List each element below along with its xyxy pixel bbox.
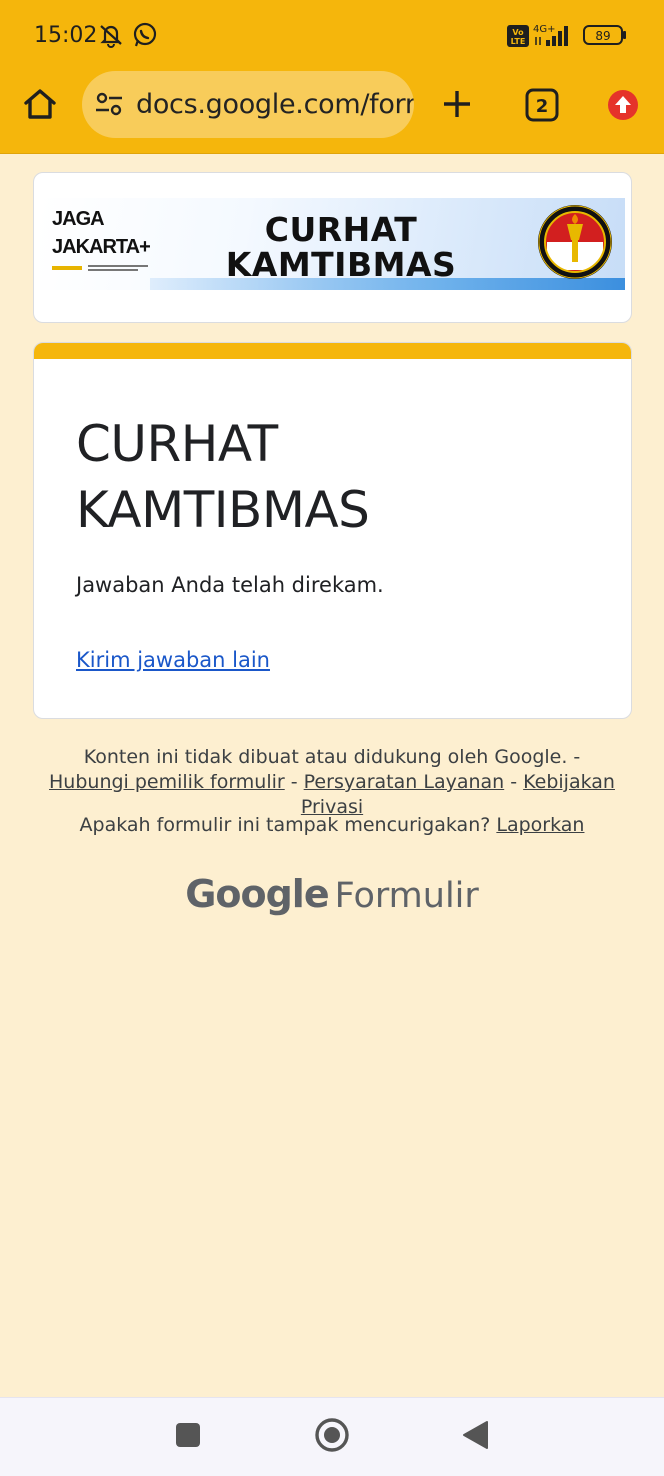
home-nav-icon[interactable] xyxy=(314,1417,350,1458)
logo-tagline-graphic xyxy=(52,265,148,271)
svg-text:2: 2 xyxy=(536,96,549,117)
terms-link[interactable]: Persyaratan Layanan xyxy=(304,771,505,793)
confirmation-message: Jawaban Anda telah direkam. xyxy=(76,573,384,597)
submit-another-response-link[interactable]: Kirim jawaban lain xyxy=(76,648,270,672)
google-forms-logo[interactable]: Google Formulir xyxy=(0,872,664,916)
back-icon[interactable] xyxy=(461,1420,489,1455)
battery-icon: 89 xyxy=(583,24,627,51)
logo-text-line2: JAKARTA+ xyxy=(52,236,151,258)
separator: - xyxy=(284,771,304,793)
disclaimer-text: Konten ini tidak dibuat atau didukung ol… xyxy=(83,746,581,768)
svg-text:LTE: LTE xyxy=(511,37,526,46)
new-tab-icon[interactable] xyxy=(441,88,473,125)
status-bar: 15:02 Vo LTE 4G+ 89 xyxy=(0,0,664,70)
recents-icon[interactable] xyxy=(175,1422,201,1453)
header-banner: JAGA JAKARTA+ CURHAT KAMTIBMAS xyxy=(40,198,625,290)
footer-report: Apakah formulir ini tampak mencurigakan?… xyxy=(44,814,620,836)
signal-icon: 4G+ xyxy=(532,22,576,53)
separator: - xyxy=(504,771,524,793)
address-bar[interactable]: docs.google.com/forms xyxy=(82,71,414,138)
brand-product: Formulir xyxy=(334,876,479,916)
form-title-line2: KAMTIBMAS xyxy=(76,481,370,539)
form-confirmation-card: CURHAT KAMTIBMAS Jawaban Anda telah dire… xyxy=(33,342,632,719)
system-nav-bar xyxy=(0,1397,664,1476)
brand-google: Google xyxy=(185,872,329,916)
police-seal-logo xyxy=(538,205,612,279)
svg-text:89: 89 xyxy=(595,29,610,43)
whatsapp-icon xyxy=(132,22,158,53)
volte-icon: Vo LTE xyxy=(507,25,529,52)
mute-icon xyxy=(97,22,125,53)
site-settings-icon[interactable] xyxy=(94,90,124,123)
card-accent-bar xyxy=(34,343,631,359)
update-icon[interactable] xyxy=(607,89,639,126)
status-time: 15:02 xyxy=(34,23,98,48)
browser-toolbar: 15:02 Vo LTE 4G+ 89 docs.google.com/forms… xyxy=(0,0,664,154)
logo-text-line1: JAGA xyxy=(52,208,105,230)
report-link[interactable]: Laporkan xyxy=(496,814,584,836)
form-title-line1: CURHAT xyxy=(76,415,278,473)
url-text[interactable]: docs.google.com/forms xyxy=(136,89,414,120)
banner-title-line1: CURHAT xyxy=(264,210,418,249)
banner-title-line2: KAMTIBMAS xyxy=(225,245,457,284)
form-header-image-card: JAGA JAKARTA+ CURHAT KAMTIBMAS xyxy=(33,172,632,323)
contact-owner-link[interactable]: Hubungi pemilik formulir xyxy=(49,771,285,793)
svg-text:4G+: 4G+ xyxy=(533,24,556,35)
tab-switcher-icon[interactable]: 2 xyxy=(525,88,559,127)
svg-text:Vo: Vo xyxy=(512,28,524,37)
footer-disclaimer: Konten ini tidak dibuat atau didukung ol… xyxy=(44,745,620,820)
form-title: CURHAT KAMTIBMAS xyxy=(76,411,596,543)
suspicious-text: Apakah formulir ini tampak mencurigakan? xyxy=(79,814,497,836)
home-icon[interactable] xyxy=(22,86,58,127)
